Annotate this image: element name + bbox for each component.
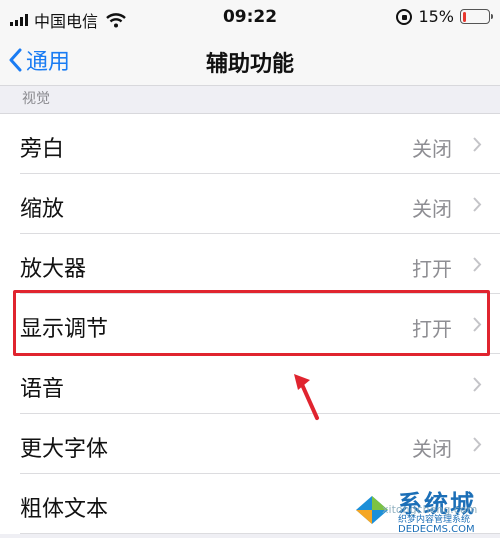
chevron-right-icon <box>473 377 482 392</box>
row-zoom[interactable]: 缩放 关闭 <box>0 174 500 234</box>
row-voiceover[interactable]: 旁白 关闭 <box>0 114 500 174</box>
annotation-highlight-box <box>13 290 490 356</box>
row-label: 缩放 <box>20 197 65 222</box>
navigation-bar: 通用 辅助功能 <box>0 34 500 86</box>
rotation-lock-icon <box>396 8 413 25</box>
watermark-site: xitongcheng.com <box>382 503 478 516</box>
status-right: 15% <box>396 7 493 26</box>
battery-fill <box>462 11 467 22</box>
battery-icon <box>460 9 493 24</box>
chevron-right-icon <box>473 437 482 452</box>
row-value: 关闭 <box>412 437 452 461</box>
arrow-annotation-icon <box>294 374 319 420</box>
section-header: 视觉 <box>22 91 50 107</box>
chevron-right-icon <box>473 137 482 152</box>
row-label: 语音 <box>20 377 65 402</box>
row-label: 更大字体 <box>20 437 109 462</box>
watermark-url: DEDECMS.COM <box>398 524 475 535</box>
row-speech[interactable]: 语音 <box>0 354 500 414</box>
battery-percent: 15% <box>418 7 454 26</box>
chevron-right-icon <box>473 197 482 212</box>
row-label: 放大器 <box>20 257 87 282</box>
row-larger-text[interactable]: 更大字体 关闭 <box>0 414 500 474</box>
row-value: 打开 <box>412 257 452 281</box>
row-label: 旁白 <box>20 137 65 162</box>
row-value: 关闭 <box>412 197 452 221</box>
chevron-right-icon <box>473 257 482 272</box>
row-label: 粗体文本 <box>20 497 109 522</box>
status-bar: 中国电信 09:22 15% <box>0 0 500 34</box>
row-value: 关闭 <box>412 137 452 161</box>
page-title: 辅助功能 <box>205 52 294 77</box>
row-magnifier[interactable]: 放大器 打开 <box>0 234 500 294</box>
